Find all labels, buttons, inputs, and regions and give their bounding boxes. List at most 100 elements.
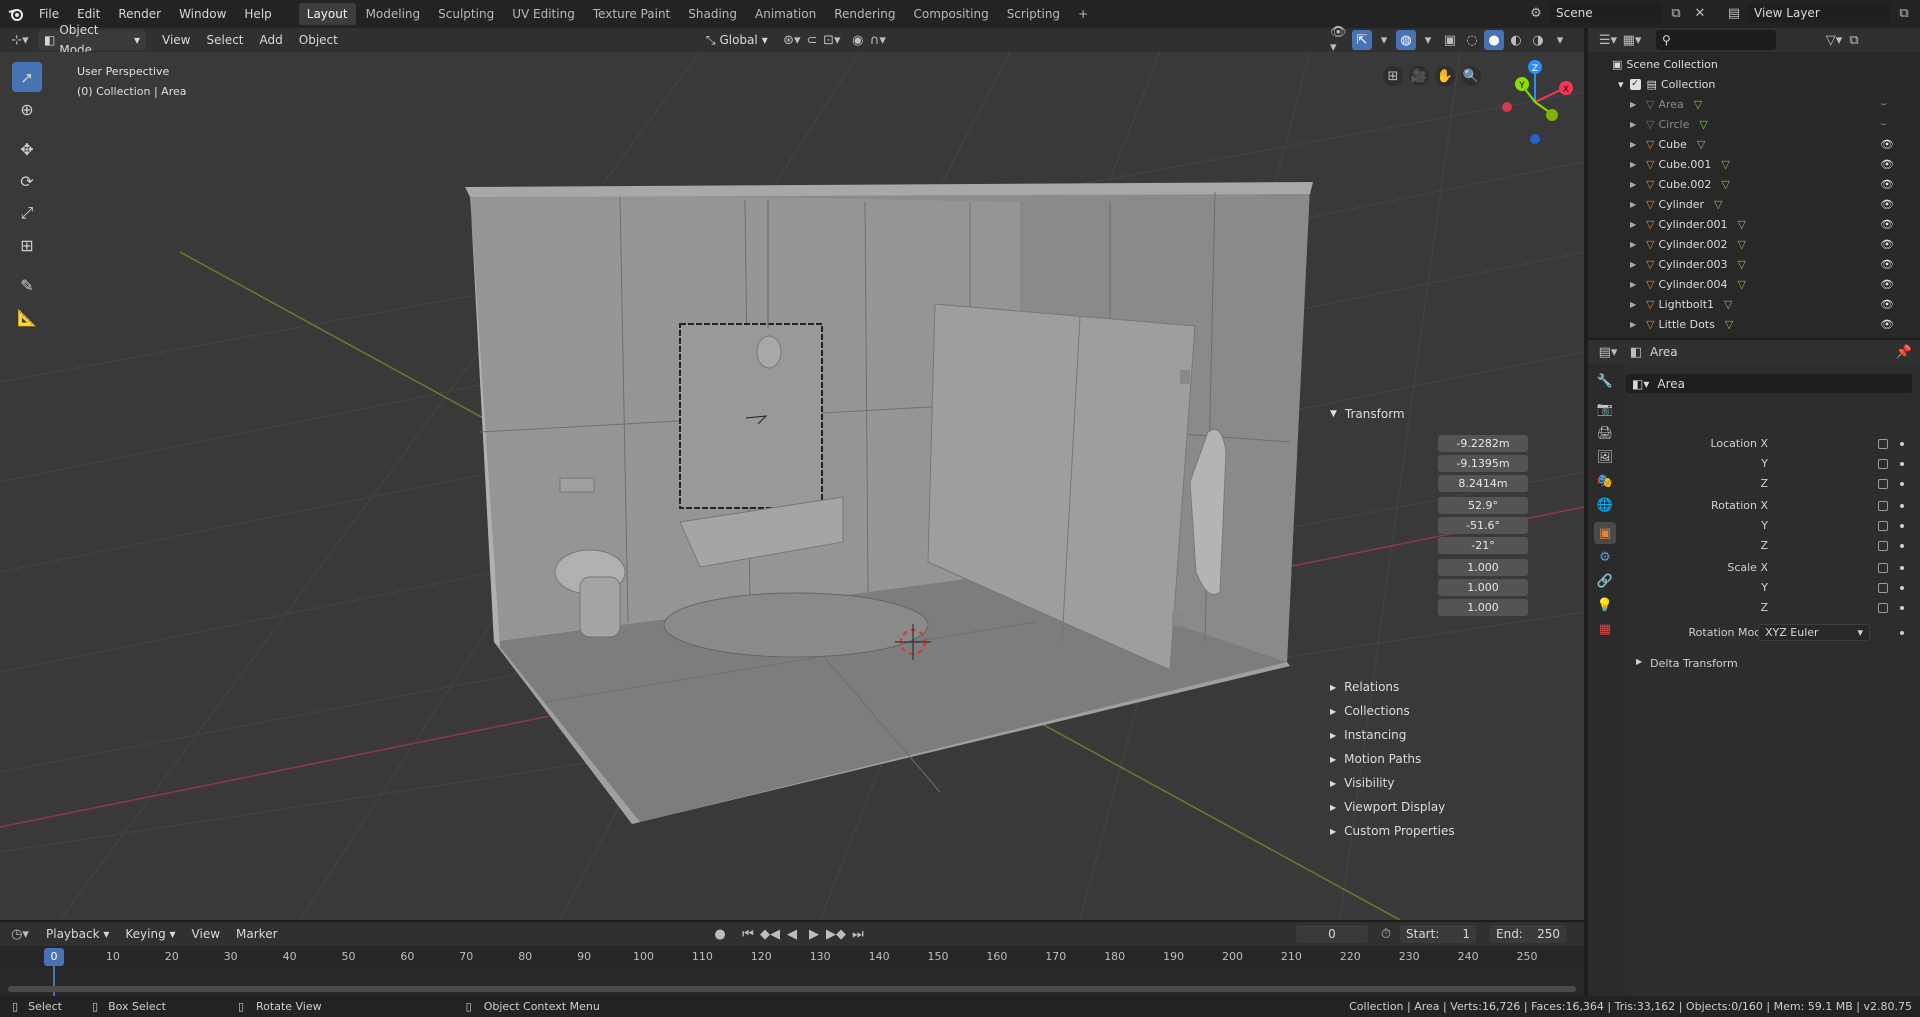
timeline-menu-playback[interactable]: Playback ▾	[38, 922, 117, 946]
properties-editor-icon[interactable]: ▤▾	[1598, 342, 1618, 362]
scale-x-field[interactable]: 1.000	[1438, 559, 1528, 576]
transform-tool-icon[interactable]: ⊞	[12, 230, 42, 260]
overlay-icon[interactable]: ◍	[1396, 30, 1416, 50]
menu-window[interactable]: Window	[170, 0, 235, 28]
record-icon[interactable]: ●	[710, 924, 730, 944]
keyframe-dot-icon[interactable]	[1900, 566, 1904, 570]
perspective-toggle-icon[interactable]: ⊞	[1383, 66, 1403, 86]
rotate-tool-icon[interactable]: ⟳	[12, 166, 42, 196]
eye-icon[interactable]: 👁	[1880, 138, 1894, 151]
play-reverse-icon[interactable]: ◀	[782, 924, 802, 944]
location-y-field[interactable]: -9.1395m	[1438, 455, 1528, 472]
tab-layout[interactable]: Layout	[298, 3, 356, 25]
expand-icon[interactable]: ▶	[1630, 240, 1642, 249]
keyframe-dot-icon[interactable]	[1900, 462, 1904, 466]
lock-icon[interactable]	[1878, 563, 1888, 573]
keyframe-dot-icon[interactable]	[1900, 606, 1904, 610]
panel-relations[interactable]: ▶ Relations	[1330, 680, 1399, 694]
jump-end-icon[interactable]: ⏭	[848, 924, 868, 944]
rotation-x-field[interactable]: 52.9°	[1438, 497, 1528, 514]
lock-icon[interactable]	[1878, 583, 1888, 593]
visibility-icon[interactable]: 👁▾	[1330, 25, 1350, 55]
texture-tab-icon[interactable]: ▦	[1594, 618, 1616, 640]
play-icon[interactable]: ▶	[804, 924, 824, 944]
expand-icon[interactable]: ▶	[1630, 180, 1642, 189]
timeline-editor-icon[interactable]: ◷▾	[10, 924, 30, 944]
timeline-scrollbar[interactable]	[8, 986, 1576, 992]
keyframe-dot-icon[interactable]	[1900, 442, 1904, 446]
current-frame-field[interactable]: 0	[1296, 925, 1368, 943]
outliner-item[interactable]: ▶ ▽ Cube.001 ▽ 👁	[1630, 154, 1900, 174]
outliner-scene-collection[interactable]: ▣ Scene Collection	[1612, 54, 1882, 74]
keyframe-dot-icon[interactable]	[1900, 482, 1904, 486]
add-workspace-button[interactable]: +	[1070, 3, 1096, 25]
viewport-menu-view[interactable]: View	[154, 28, 198, 52]
eye-icon[interactable]: 👁	[1880, 278, 1894, 291]
object-name-field[interactable]: ◧▾ Area	[1626, 374, 1912, 393]
outliner-item[interactable]: ▶ ▽ Cube ▽ 👁	[1630, 134, 1900, 154]
proportional-edit-icon[interactable]: ◉	[848, 30, 868, 50]
keyframe-dot-icon[interactable]	[1900, 504, 1904, 508]
tab-uv-editing[interactable]: UV Editing	[504, 3, 583, 25]
outliner-item[interactable]: ▶ ▽ Circle ▽ ⌣	[1630, 114, 1900, 134]
lock-icon[interactable]	[1878, 521, 1888, 531]
scale-y-field[interactable]: 1.000	[1438, 579, 1528, 596]
start-frame-field[interactable]: Start: 1	[1400, 925, 1476, 943]
eye-icon[interactable]: 👁	[1880, 318, 1894, 331]
lock-icon[interactable]	[1878, 541, 1888, 551]
tab-animation[interactable]: Animation	[747, 3, 824, 25]
scale-z-field[interactable]: 1.000	[1438, 599, 1528, 616]
tab-sculpting[interactable]: Sculpting	[430, 3, 502, 25]
modifiers-tab-icon[interactable]: ⚙	[1594, 546, 1616, 568]
prev-keyframe-icon[interactable]: ◆◀	[760, 924, 780, 944]
viewport-menu-object[interactable]: Object	[291, 28, 346, 52]
outliner-item[interactable]: ▶ ▽ Cylinder.003 ▽ 👁	[1630, 254, 1900, 274]
playhead[interactable]: 0	[44, 948, 64, 966]
display-mode-icon[interactable]: ▦▾	[1622, 30, 1642, 50]
camera-view-icon[interactable]: 🎥	[1409, 66, 1429, 86]
delta-transform-header[interactable]: ▶ Delta Transform	[1636, 657, 1738, 670]
snap-icon[interactable]: ⊂	[802, 30, 822, 50]
outliner-item[interactable]: ▶ ▽ Cylinder.002 ▽ 👁	[1630, 234, 1900, 254]
editor-type-icon[interactable]: ⊹▾	[10, 30, 30, 50]
new-view-layer-icon[interactable]: ⧉	[1894, 3, 1914, 23]
expand-icon[interactable]: ▶	[1630, 280, 1642, 289]
xray-icon[interactable]: ▣	[1440, 30, 1460, 50]
outliner-item[interactable]: ▶ ▽ Area ▽ ⌣	[1630, 94, 1900, 114]
tab-texture-paint[interactable]: Texture Paint	[585, 3, 678, 25]
gizmo-icon[interactable]: ⇱	[1352, 30, 1372, 50]
output-tab-icon[interactable]: 🖨	[1594, 422, 1616, 444]
jump-start-icon[interactable]: ⏮	[738, 924, 758, 944]
material-shading-icon[interactable]: ◐	[1506, 30, 1526, 50]
eye-icon[interactable]: 👁	[1880, 178, 1894, 191]
navigation-gizmo[interactable]: Z X Y	[1490, 58, 1576, 144]
annotate-tool-icon[interactable]: ✎	[12, 270, 42, 300]
panel-viewport-display[interactable]: ▶ Viewport Display	[1330, 800, 1445, 814]
constraints-tab-icon[interactable]: 🔗	[1594, 570, 1616, 592]
filter-icon[interactable]: ▽▾	[1824, 30, 1844, 50]
world-tab-icon[interactable]: 🌐	[1594, 494, 1616, 516]
scene-tab-icon[interactable]: 🎭	[1594, 470, 1616, 492]
zoom-view-icon[interactable]: 🔍	[1461, 66, 1481, 86]
gizmo-menu-icon[interactable]: ▾	[1374, 30, 1394, 50]
outliner-item[interactable]: ▶ ▽ Cylinder.001 ▽ 👁	[1630, 214, 1900, 234]
rendered-shading-icon[interactable]: ◑	[1528, 30, 1548, 50]
move-tool-icon[interactable]: ✥	[12, 134, 42, 164]
scene-selector[interactable]: Scene	[1550, 3, 1662, 23]
eye-icon[interactable]: 👁	[1880, 258, 1894, 271]
timeline-menu-marker[interactable]: Marker	[228, 922, 285, 946]
eye-icon[interactable]: 👁	[1880, 158, 1894, 171]
select-box-tool-icon[interactable]: ➚	[12, 62, 42, 92]
next-keyframe-icon[interactable]: ▶◆	[826, 924, 846, 944]
frame-ruler[interactable]: 10 20 30 40 50 60 70 80 90 100 110 120 130 140 150 160 1…	[0, 946, 1584, 968]
tab-modeling[interactable]: Modeling	[358, 3, 429, 25]
solid-shading-icon[interactable]: ●	[1484, 30, 1504, 50]
outliner-editor-icon[interactable]: ☰▾	[1598, 30, 1618, 50]
timeline-menu-view[interactable]: View	[184, 922, 228, 946]
eye-icon[interactable]: 👁	[1880, 218, 1894, 231]
tab-shading[interactable]: Shading	[680, 3, 745, 25]
lock-icon[interactable]	[1878, 603, 1888, 613]
panel-custom-properties[interactable]: ▶ Custom Properties	[1330, 824, 1455, 838]
eye-icon[interactable]: 👁	[1880, 238, 1894, 251]
expand-icon[interactable]: ▶	[1630, 260, 1642, 269]
